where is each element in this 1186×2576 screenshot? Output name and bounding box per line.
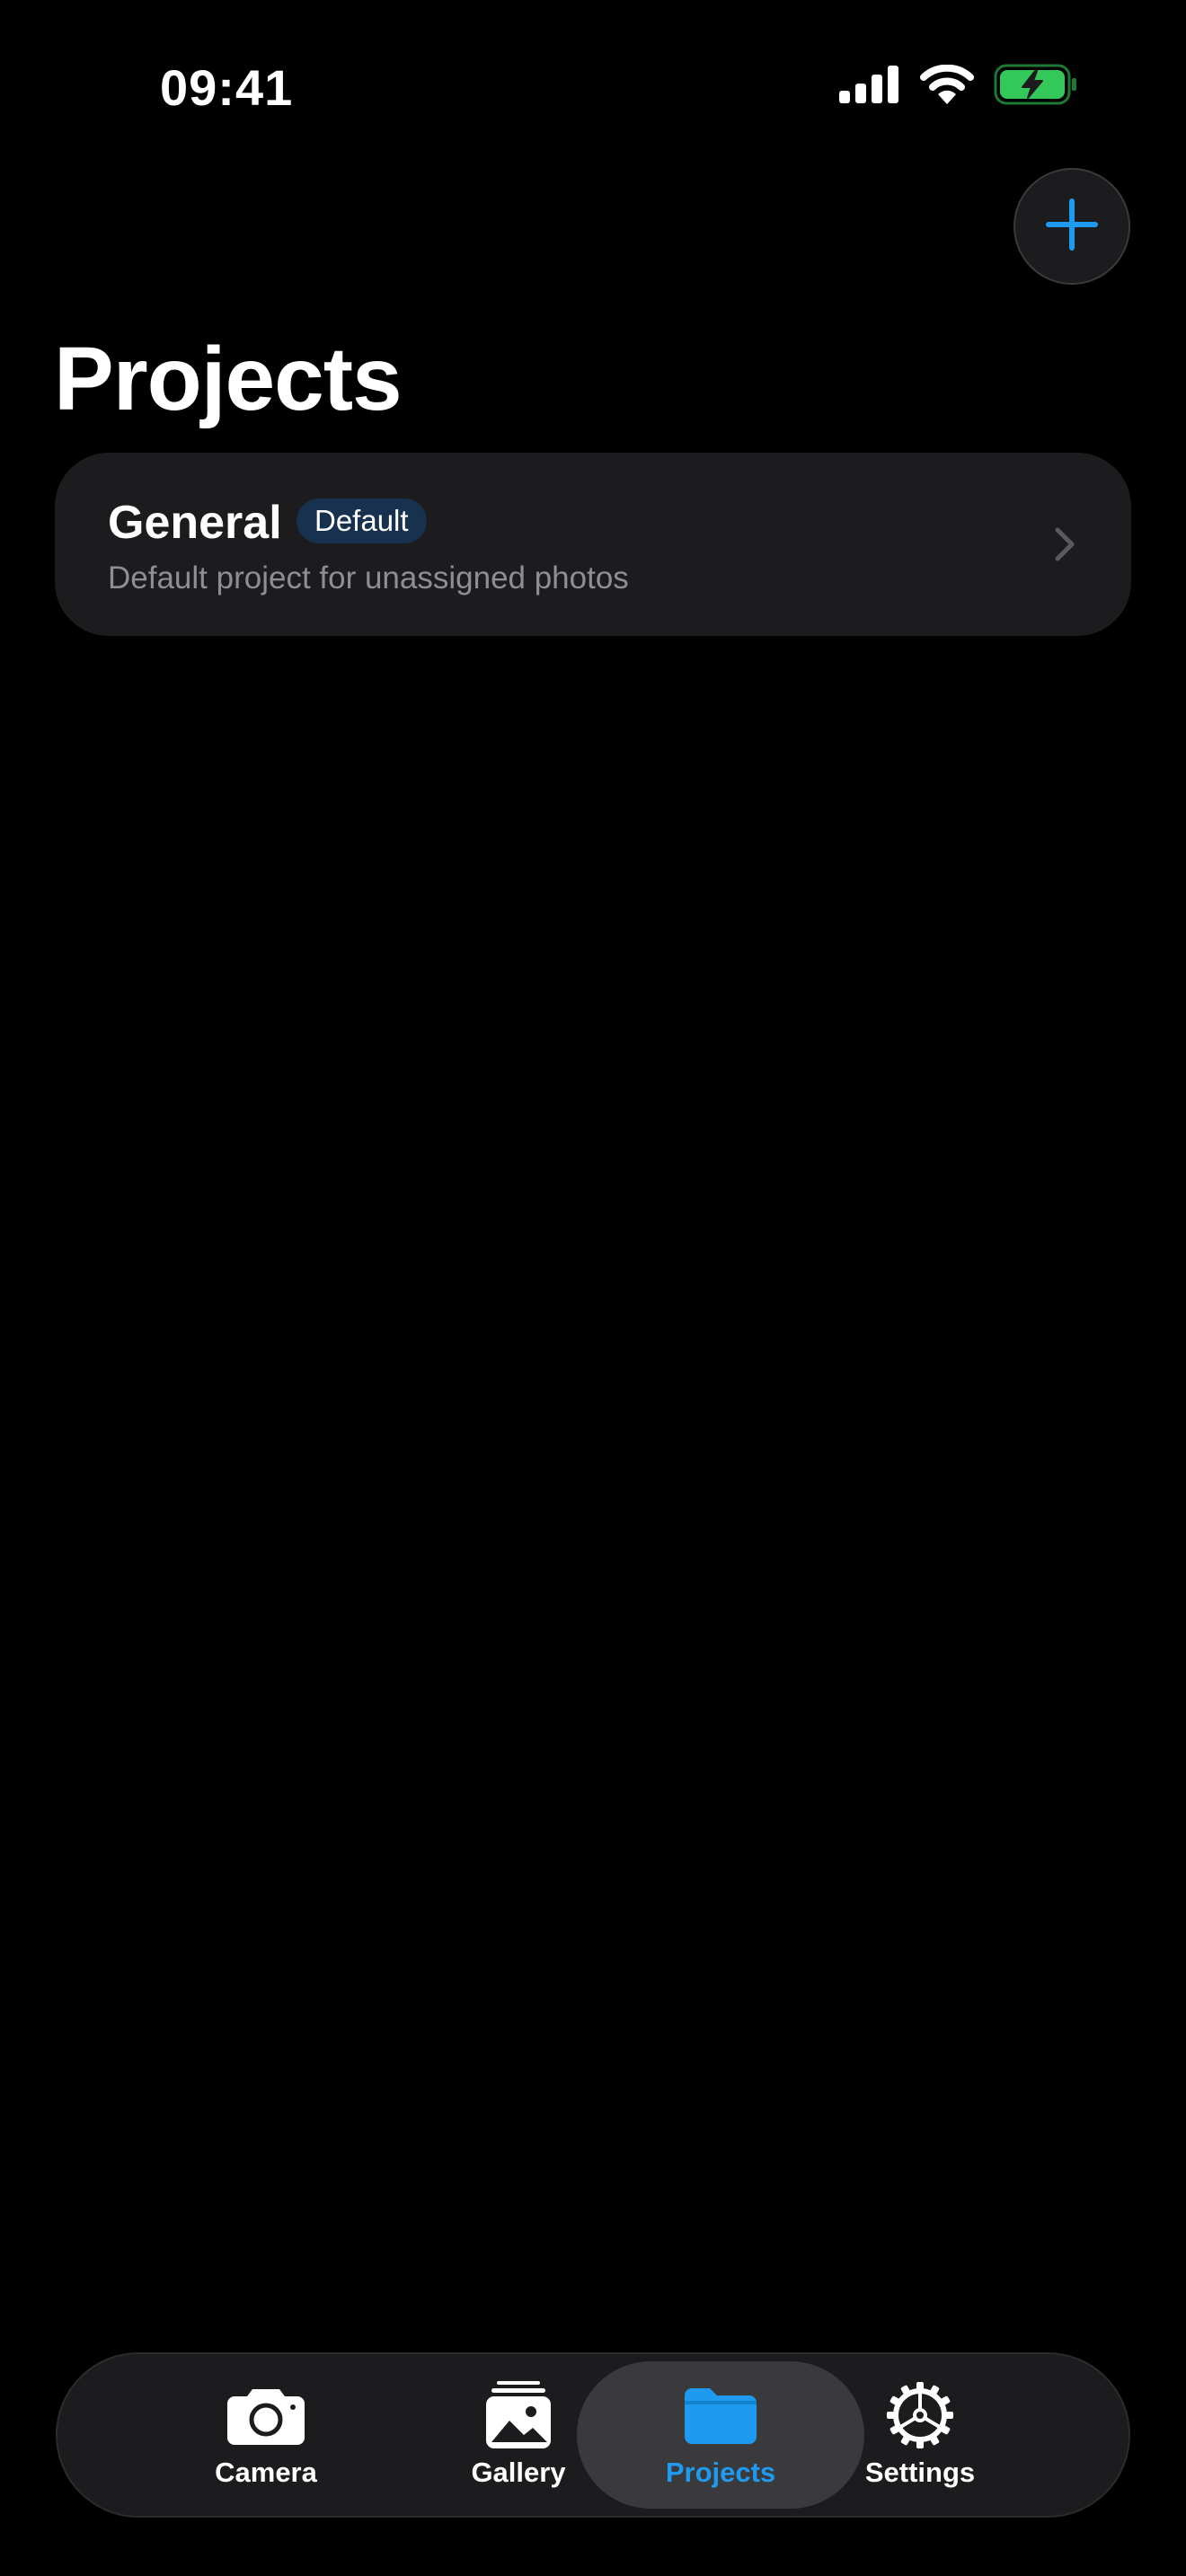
status-time: 09:41 <box>160 59 294 116</box>
chevron-right-icon <box>1054 526 1075 562</box>
page-title: Projects <box>54 329 403 429</box>
project-name: General <box>108 497 282 549</box>
tab-label: Gallery <box>471 2457 566 2488</box>
project-card-general[interactable]: General Default Default project for unas… <box>55 453 1131 636</box>
default-badge: Default <box>296 498 427 543</box>
status-icons <box>839 63 1078 110</box>
project-description: Default project for unassigned photos <box>108 560 629 595</box>
tab-label: Camera <box>215 2457 317 2488</box>
gallery-icon <box>478 2381 559 2449</box>
tab-camera[interactable]: Camera <box>122 2361 410 2509</box>
tab-settings[interactable]: Settings <box>776 2361 1064 2509</box>
plus-icon <box>1045 198 1099 256</box>
camera-icon <box>226 2381 306 2449</box>
cellular-signal-icon <box>839 65 900 108</box>
gear-icon <box>880 2381 960 2449</box>
wifi-icon <box>920 64 974 109</box>
folder-icon <box>680 2381 761 2449</box>
tab-bar: Camera Gallery Projects Settings <box>56 2352 1130 2518</box>
battery-charging-icon <box>994 64 1078 110</box>
add-project-button[interactable] <box>1013 168 1130 285</box>
tab-label: Settings <box>864 2457 976 2488</box>
tab-label: Projects <box>665 2457 776 2488</box>
